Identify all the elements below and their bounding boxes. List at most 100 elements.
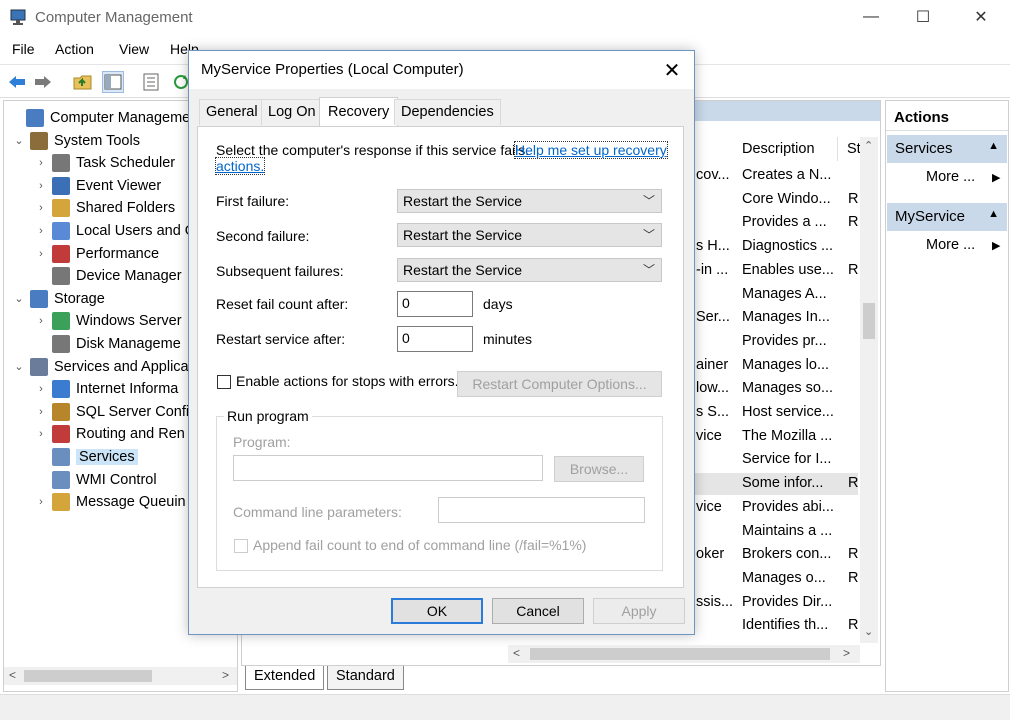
service-description-cell[interactable]: Manages so... xyxy=(742,380,833,396)
tree-item[interactable]: ⌄ Storage xyxy=(12,288,105,310)
properties-icon[interactable] xyxy=(140,71,162,93)
tree-item[interactable]: › Routing and Ren xyxy=(34,423,185,445)
service-name-cell[interactable]: s H... xyxy=(696,238,730,254)
menu-action[interactable]: Action xyxy=(55,41,94,57)
tab-dependencies[interactable]: Dependencies xyxy=(394,99,501,125)
service-name-cell[interactable]: low... xyxy=(696,380,729,396)
tree-item[interactable]: Computer Management xyxy=(8,107,202,129)
tree-item[interactable]: › Message Queuin xyxy=(34,491,186,513)
collapse-icon[interactable]: ▲ xyxy=(988,208,999,220)
folder-up-icon[interactable] xyxy=(72,71,94,93)
tree-item[interactable]: › Shared Folders xyxy=(34,197,175,219)
reset-fail-count-input[interactable]: 0 xyxy=(397,291,473,317)
minimize-button[interactable]: — xyxy=(848,0,894,34)
close-button[interactable]: ✕ xyxy=(958,0,1004,34)
menu-view[interactable]: View xyxy=(119,41,149,57)
append-fail-count-checkbox[interactable] xyxy=(234,539,248,553)
service-status-cell[interactable]: R xyxy=(848,570,858,586)
collapse-chevron-icon[interactable]: › xyxy=(34,157,48,169)
dialog-close-button[interactable]: ✕ xyxy=(657,56,687,84)
tab-log-on[interactable]: Log On xyxy=(261,99,323,125)
tree-item[interactable]: Device Manager xyxy=(34,265,182,287)
expand-chevron-icon[interactable]: ⌄ xyxy=(12,360,26,373)
services-scroll-thumb[interactable] xyxy=(863,303,875,339)
scroll-up-icon[interactable]: ⌃ xyxy=(864,139,873,152)
service-description-cell[interactable]: Diagnostics ... xyxy=(742,238,833,254)
collapse-chevron-icon[interactable]: › xyxy=(34,496,48,508)
maximize-button[interactable]: ☐ xyxy=(900,0,946,34)
scroll-right-icon[interactable]: > xyxy=(843,646,850,660)
restart-computer-options-button[interactable]: Restart Computer Options... xyxy=(457,371,662,397)
service-name-cell[interactable]: ssis... xyxy=(696,594,733,610)
collapse-chevron-icon[interactable]: › xyxy=(34,225,48,237)
collapse-chevron-icon[interactable]: › xyxy=(34,180,48,192)
services-vertical-scrollbar[interactable]: ⌃ ⌄ xyxy=(860,137,878,643)
enable-actions-checkbox[interactable] xyxy=(217,375,231,389)
expand-chevron-icon[interactable]: ⌄ xyxy=(12,292,26,305)
subsequent-failures-select[interactable]: Restart the Service ﹀ xyxy=(397,258,662,282)
tree-scroll-thumb[interactable] xyxy=(24,670,152,682)
browse-button[interactable]: Browse... xyxy=(554,456,644,482)
service-description-cell[interactable]: Service for I... xyxy=(742,451,831,467)
collapse-chevron-icon[interactable]: › xyxy=(34,428,48,440)
service-name-cell[interactable]: ainer xyxy=(696,357,728,373)
tab-extended[interactable]: Extended xyxy=(245,666,325,690)
service-name-cell[interactable]: Ser... xyxy=(696,309,730,325)
collapse-chevron-icon[interactable]: › xyxy=(34,248,48,260)
service-description-cell[interactable]: Maintains a ... xyxy=(742,523,832,539)
actions-more-myservice[interactable]: More ... xyxy=(926,237,975,253)
scroll-down-icon[interactable]: ⌄ xyxy=(864,625,873,638)
tree-item[interactable]: › Windows Server xyxy=(34,310,182,332)
service-description-cell[interactable]: Creates a N... xyxy=(742,167,831,183)
service-status-cell[interactable]: R xyxy=(848,546,858,562)
service-name-cell[interactable]: vice xyxy=(696,499,722,515)
scroll-right-icon[interactable]: > xyxy=(222,668,229,682)
service-description-cell[interactable]: Provides Dir... xyxy=(742,594,832,610)
program-input[interactable] xyxy=(233,455,543,481)
restart-service-after-input[interactable]: 0 xyxy=(397,326,473,352)
service-description-cell[interactable]: Provides abi... xyxy=(742,499,834,515)
actions-more-services[interactable]: More ... xyxy=(926,169,975,185)
tree-item[interactable]: Services xyxy=(34,446,138,468)
service-name-cell[interactable]: -in ... xyxy=(696,262,728,278)
show-hide-tree-icon[interactable] xyxy=(102,71,124,93)
expand-chevron-icon[interactable]: ⌄ xyxy=(12,134,26,147)
service-name-cell[interactable]: vice xyxy=(696,428,722,444)
actions-section-services[interactable]: Services ▲ xyxy=(887,135,1007,163)
service-description-cell[interactable]: Identifies th... xyxy=(742,617,828,633)
ok-button[interactable]: OK xyxy=(391,598,483,624)
service-description-cell[interactable]: Manages In... xyxy=(742,309,830,325)
service-name-cell[interactable]: oker xyxy=(696,546,724,562)
collapse-chevron-icon[interactable]: › xyxy=(34,202,48,214)
collapse-chevron-icon[interactable]: › xyxy=(34,315,48,327)
collapse-chevron-icon[interactable]: › xyxy=(34,383,48,395)
scroll-left-icon[interactable]: < xyxy=(9,668,16,682)
service-description-cell[interactable]: Brokers con... xyxy=(742,546,831,562)
tree-item[interactable]: › Task Scheduler xyxy=(34,152,175,174)
service-description-cell[interactable]: Some infor... xyxy=(742,475,823,491)
collapse-icon[interactable]: ▲ xyxy=(988,140,999,152)
tree-item[interactable]: › Local Users and G xyxy=(34,220,196,242)
tree-item[interactable]: › SQL Server Confi xyxy=(34,401,189,423)
command-line-input[interactable] xyxy=(438,497,645,523)
service-description-cell[interactable]: Provides pr... xyxy=(742,333,827,349)
service-description-cell[interactable]: Manages lo... xyxy=(742,357,829,373)
tree-item[interactable]: › Performance xyxy=(34,243,159,265)
tab-recovery[interactable]: Recovery xyxy=(319,97,399,127)
service-description-cell[interactable]: Manages o... xyxy=(742,570,826,586)
column-status[interactable]: St xyxy=(847,141,861,157)
collapse-chevron-icon[interactable]: › xyxy=(34,406,48,418)
service-name-cell[interactable]: s S... xyxy=(696,404,729,420)
menu-file[interactable]: File xyxy=(12,41,35,57)
actions-section-myservice[interactable]: MyService ▲ xyxy=(887,203,1007,231)
cancel-button[interactable]: Cancel xyxy=(492,598,584,624)
tab-general[interactable]: General xyxy=(199,99,265,125)
first-failure-select[interactable]: Restart the Service ﹀ xyxy=(397,189,662,213)
service-status-cell[interactable]: R xyxy=(848,617,858,633)
column-description[interactable]: Description xyxy=(742,141,815,157)
scroll-left-icon[interactable]: < xyxy=(513,646,520,660)
services-horizontal-scrollbar[interactable]: < > xyxy=(508,645,860,663)
service-status-cell[interactable]: R xyxy=(848,475,858,491)
service-description-cell[interactable]: Manages A... xyxy=(742,286,827,302)
apply-button[interactable]: Apply xyxy=(593,598,685,624)
